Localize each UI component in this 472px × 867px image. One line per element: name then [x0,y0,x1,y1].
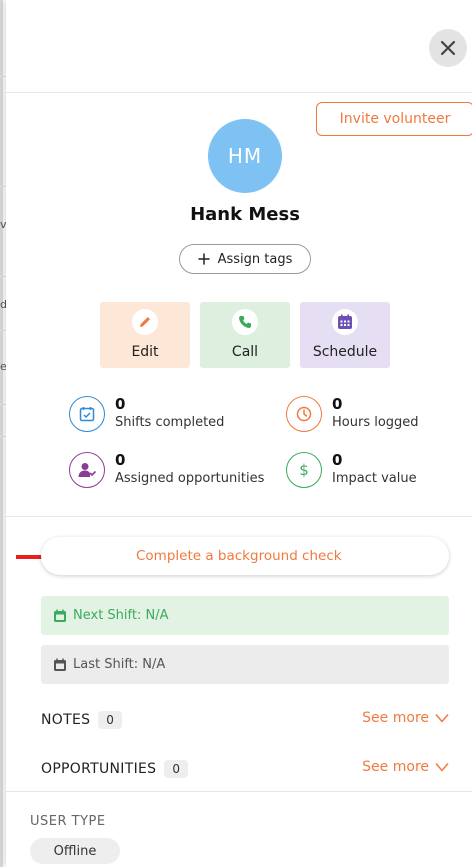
edit-action-label: Edit [131,344,159,360]
call-action-label: Call [231,344,259,360]
notes-title: NOTES [41,712,91,728]
section-divider [6,516,472,517]
next-shift-label: Next Shift: N/A [73,608,169,623]
stat-hours-logged: 0 Hours logged [286,395,419,432]
pencil-icon [132,309,158,335]
opportunities-title: OPPORTUNITIES [41,761,157,777]
avatar: HM [208,119,282,193]
stat-value: 0 [332,395,343,413]
svg-text:$: $ [299,461,309,479]
calendar-check-icon [69,396,105,432]
opportunities-see-more-link[interactable]: See more [362,759,449,775]
section-divider [6,791,472,792]
stat-label: Assigned opportunities [115,471,265,486]
phone-icon [232,309,258,335]
last-shift-label: Last Shift: N/A [73,657,166,672]
user-check-icon [69,452,105,488]
volunteer-detail-panel: Invite volunteer HM Hank Mess Assign tag… [6,0,472,867]
stat-value: 0 [115,451,126,469]
stat-shifts-completed: 0 Shifts completed [69,395,225,432]
close-button[interactable] [429,29,467,67]
user-type-chip: Offline [30,838,120,864]
stat-assigned-opportunities: 0 Assigned opportunities [69,451,265,488]
notes-see-more-link[interactable]: See more [362,710,449,726]
schedule-action-label: Schedule [312,344,378,360]
edit-action-button[interactable]: Edit [100,302,190,368]
schedule-action-button[interactable]: Schedule [300,302,390,368]
see-more-label: See more [362,710,429,726]
notes-count-badge: 0 [98,711,122,729]
assign-tags-button[interactable]: Assign tags [179,244,311,274]
last-shift-banner: Last Shift: N/A [41,645,449,684]
dollar-icon: $ [286,452,322,488]
stat-value: 0 [115,395,126,413]
volunteer-name: Hank Mess [190,204,300,225]
background-scroll-strip [0,0,3,867]
plus-icon [197,253,210,265]
stat-label: Shifts completed [115,415,225,430]
stat-label: Impact value [332,471,417,486]
user-type-title: USER TYPE [30,814,106,829]
calendar-icon [332,309,358,335]
close-icon [440,40,456,56]
chevron-down-icon [435,763,449,772]
panel-header [6,0,472,93]
clock-icon [286,396,322,432]
opportunities-count-badge: 0 [164,760,188,778]
see-more-label: See more [362,759,429,775]
calendar-icon [54,609,66,622]
next-shift-banner: Next Shift: N/A [41,596,449,635]
background-check-button[interactable]: Complete a background check [41,537,449,575]
invite-volunteer-button[interactable]: Invite volunteer [316,102,472,136]
calendar-icon [54,658,66,671]
opportunities-section: OPPORTUNITIES 0 See more [41,755,449,783]
notes-section: NOTES 0 See more [41,706,449,734]
assign-tags-label: Assign tags [217,251,293,267]
stat-impact-value: $ 0 Impact value [286,451,417,488]
stat-value: 0 [332,451,343,469]
chevron-down-icon [435,714,449,723]
call-action-button[interactable]: Call [200,302,290,368]
stat-label: Hours logged [332,415,419,430]
